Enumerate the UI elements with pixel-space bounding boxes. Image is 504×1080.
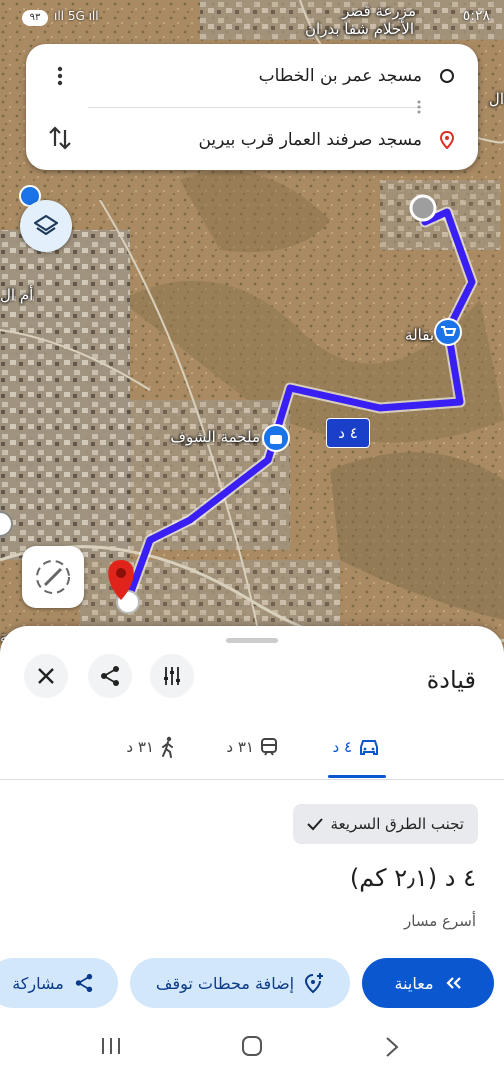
- check-icon: [306, 818, 323, 831]
- tabs-divider: [0, 779, 504, 780]
- grocery-poi: [434, 318, 462, 346]
- more-options-icon[interactable]: [48, 64, 72, 88]
- walk-icon: [162, 736, 173, 758]
- home-icon[interactable]: [240, 1034, 264, 1058]
- directions-sheet: قيادة ٤ د ٣١ د ٣١ د تجنب الطرق السريعة ٤…: [0, 626, 504, 1080]
- route-options-button[interactable]: [150, 654, 194, 698]
- avoid-highways-chip[interactable]: تجنب الطرق السريعة: [292, 804, 478, 844]
- share-button[interactable]: [88, 654, 132, 698]
- route-description: أسرع مسار: [404, 912, 476, 930]
- map-label-right-partial: ال: [488, 90, 504, 108]
- drag-handle[interactable]: [226, 638, 278, 643]
- add-location-icon: [305, 973, 324, 994]
- route-card-divider: [88, 107, 422, 108]
- sheet-title: قيادة: [426, 666, 476, 694]
- tab-drive[interactable]: ٤ د: [332, 734, 380, 760]
- preview-button[interactable]: معاينة: [362, 958, 494, 1008]
- active-tab-indicator: [328, 775, 386, 778]
- train-icon: [261, 738, 277, 756]
- vertical-dots-icon: [417, 100, 421, 114]
- map-label-area[interactable]: الأحلام شفا بدران: [305, 20, 414, 38]
- destination-row[interactable]: مسجد صرفند العمار قرب بيرين: [198, 120, 454, 160]
- car-icon: [360, 740, 378, 755]
- route-time-distance: ٤ د (٢٫١ كم): [349, 864, 476, 892]
- route-duration-chip[interactable]: ٤ د: [326, 418, 370, 448]
- compass-icon: [36, 560, 70, 594]
- layers-icon: [33, 214, 59, 236]
- share-route-button[interactable]: مشاركة: [0, 958, 118, 1008]
- origin-dot-icon: [440, 69, 454, 83]
- map-label-butchery[interactable]: ملحمة الشوف: [170, 428, 260, 446]
- tab-transit[interactable]: ٣١ د: [226, 734, 278, 760]
- add-stops-label: إضافة محطات توقف: [155, 973, 295, 993]
- swap-icon[interactable]: [46, 124, 74, 152]
- add-stops-button[interactable]: إضافة محطات توقف: [130, 958, 350, 1008]
- avoid-highways-label: تجنب الطرق السريعة: [330, 815, 464, 833]
- status-time: ٥:٢٨: [462, 8, 490, 24]
- close-button[interactable]: [24, 654, 68, 698]
- signal-icon: ıll 5G ıll: [54, 9, 99, 23]
- share-icon: [101, 666, 119, 686]
- tab-drive-time: ٤ د: [332, 738, 352, 756]
- destination-pin-icon: [440, 131, 454, 149]
- battery-indicator: ٩٣: [22, 10, 48, 26]
- map-label-grocery[interactable]: بقالة: [405, 326, 434, 344]
- origin-text: مسجد عمر بن الخطاب: [258, 66, 422, 86]
- close-icon: [38, 668, 54, 684]
- back-icon[interactable]: [384, 1036, 400, 1058]
- double-chevron-icon: [445, 977, 461, 989]
- preview-label: معاينة: [394, 973, 434, 993]
- map-label-left-partial: أم ال: [0, 286, 34, 304]
- share-route-label: مشاركة: [12, 973, 64, 993]
- origin-row[interactable]: مسجد عمر بن الخطاب: [259, 56, 454, 96]
- map-label-farm[interactable]: مزرعة قصر: [342, 2, 416, 20]
- status-bar: ٥:٢٨ ıll 5G ıll ٩٣: [0, 0, 504, 36]
- recent-apps-icon[interactable]: [100, 1036, 122, 1056]
- tune-icon: [164, 667, 180, 685]
- destination-text: مسجد صرفند العمار قرب بيرين: [198, 130, 422, 150]
- route-card: مسجد عمر بن الخطاب مسجد صرفند العمار قرب…: [26, 44, 478, 170]
- tab-walk[interactable]: ٣١ د: [126, 734, 176, 760]
- tab-transit-time: ٣١ د: [226, 738, 254, 756]
- origin-marker: [409, 194, 437, 222]
- map-view[interactable]: ٥:٢٨ ıll 5G ıll ٩٣ مزرعة قصر الأحلام شفا…: [0, 0, 504, 660]
- tab-walk-time: ٣١ د: [126, 738, 154, 756]
- layers-button[interactable]: [20, 200, 72, 252]
- compass-button[interactable]: [22, 546, 84, 608]
- share-icon: [75, 973, 93, 993]
